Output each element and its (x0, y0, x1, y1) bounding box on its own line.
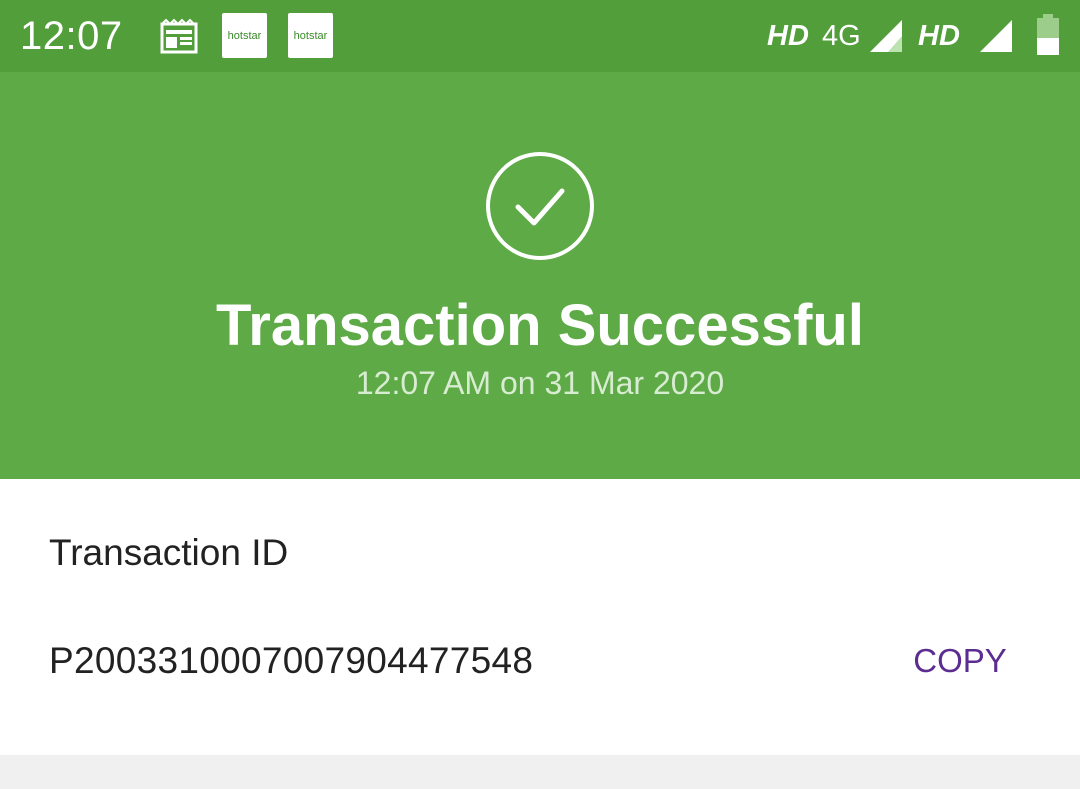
status-bar: 12:07 hotstar hotstar HD 4G HD (0, 0, 1080, 72)
hd-voice-indicator: HD (918, 20, 960, 52)
transaction-id-card: Transaction ID P2003310007007904477548 C… (0, 479, 1080, 755)
status-time: 12:07 (20, 14, 123, 58)
hotstar-notification-icon: hotstar (288, 13, 333, 58)
network-type: 4G (822, 20, 861, 52)
news-icon (160, 18, 198, 54)
success-check-icon (486, 152, 594, 260)
transaction-id-value: P2003310007007904477548 (49, 640, 534, 681)
battery-icon (1037, 14, 1059, 55)
hotstar-label: hotstar (227, 29, 262, 42)
transaction-status-title: Transaction Successful (216, 293, 864, 358)
signal-icon (870, 20, 902, 52)
hd-voice-indicator: HD (767, 20, 809, 52)
hotstar-notification-icon: hotstar (222, 13, 267, 58)
transaction-timestamp: 12:07 AM on 31 Mar 2020 (355, 365, 725, 401)
section-divider (0, 755, 1080, 789)
copy-button[interactable]: COPY (895, 633, 1025, 689)
hotstar-label: hotstar (293, 29, 328, 42)
transaction-id-label: Transaction ID (49, 532, 289, 573)
transaction-status-banner: Transaction Successful 12:07 AM on 31 Ma… (0, 72, 1080, 479)
signal-icon (980, 20, 1012, 52)
